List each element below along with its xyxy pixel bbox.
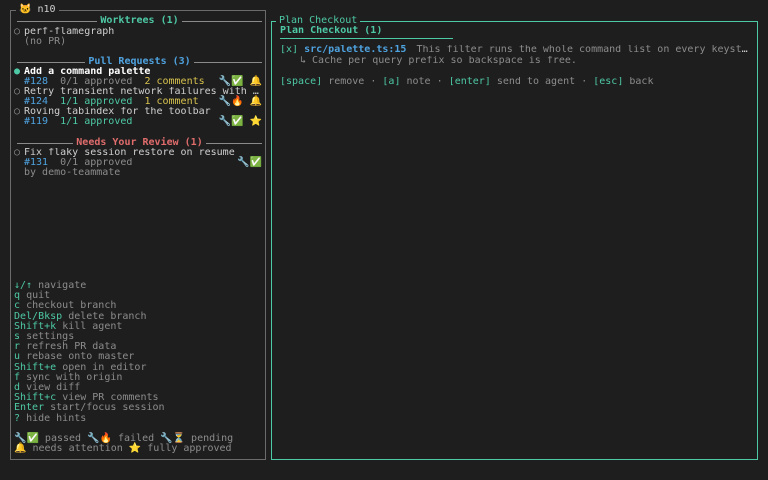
cat-icon: 🐱	[19, 4, 32, 15]
action-bar: [space] remove · [a] note · [enter] send…	[280, 77, 654, 87]
back-key[interactable]: [esc]	[593, 77, 623, 87]
panel-title: Plan Checkout	[276, 16, 361, 26]
hint-key: ?	[14, 412, 21, 424]
status-icons: 🔧🔥 🔔	[218, 96, 262, 107]
review-comment: This filter runs the whole command list …	[416, 45, 749, 55]
pr-meta: #119 1/1 approved 🔧✅ ⭐	[24, 116, 262, 127]
needs-review-header: Needs Your Review (1)	[17, 137, 262, 148]
legend-line: 🔔 needs attention ⭐ fully approved	[14, 443, 232, 454]
plan-item[interactable]: [x] src/palette.ts:15 This filter runs t…	[280, 45, 749, 55]
worktree-pr-status: (no PR)	[24, 36, 67, 47]
status-icons: 🔧✅ ⭐	[218, 116, 262, 127]
pr-meta: #128 0/1 approved 2 comments 🔧✅ 🔔	[24, 76, 262, 87]
hint-row: ? hide hints	[14, 412, 87, 424]
repo-name: n10	[37, 4, 56, 15]
status-icons: 🔧✅ 🔔	[218, 76, 262, 87]
send-key[interactable]: [enter]	[449, 77, 491, 87]
status-icons: 🔧✅	[237, 157, 262, 168]
sidebar-panel: 🐱 n10 Worktrees (1) ○ perf-flamegraph (n…	[10, 5, 266, 460]
pr-meta: #124 1/1 approved 1 comment 🔧🔥 🔔	[24, 96, 262, 107]
worktrees-header: Worktrees (1)	[17, 15, 262, 26]
plan-checkout-panel: Plan Checkout Plan Checkout (1) [x] src/…	[271, 16, 758, 460]
sidebar-title: 🐱 n10	[16, 5, 59, 15]
hint-desc: hide hints	[26, 412, 87, 424]
note-key[interactable]: [a]	[382, 77, 400, 87]
plan-count-title: Plan Checkout (1)	[280, 26, 383, 36]
checkbox[interactable]: [x]	[280, 45, 298, 55]
review-author: by demo-teammate	[24, 167, 121, 178]
comment-reply: ↳ Cache per query prefix so backspace is…	[300, 56, 577, 66]
remove-key[interactable]: [space]	[280, 77, 322, 87]
pull-requests-header: Pull Requests (3)	[17, 56, 263, 67]
file-location: src/palette.ts:15	[304, 45, 407, 55]
review-item[interactable]: ○ Fix flaky session restore on resume	[14, 147, 262, 158]
divider	[280, 38, 453, 39]
review-title: Fix flaky session restore on resume	[24, 148, 235, 158]
